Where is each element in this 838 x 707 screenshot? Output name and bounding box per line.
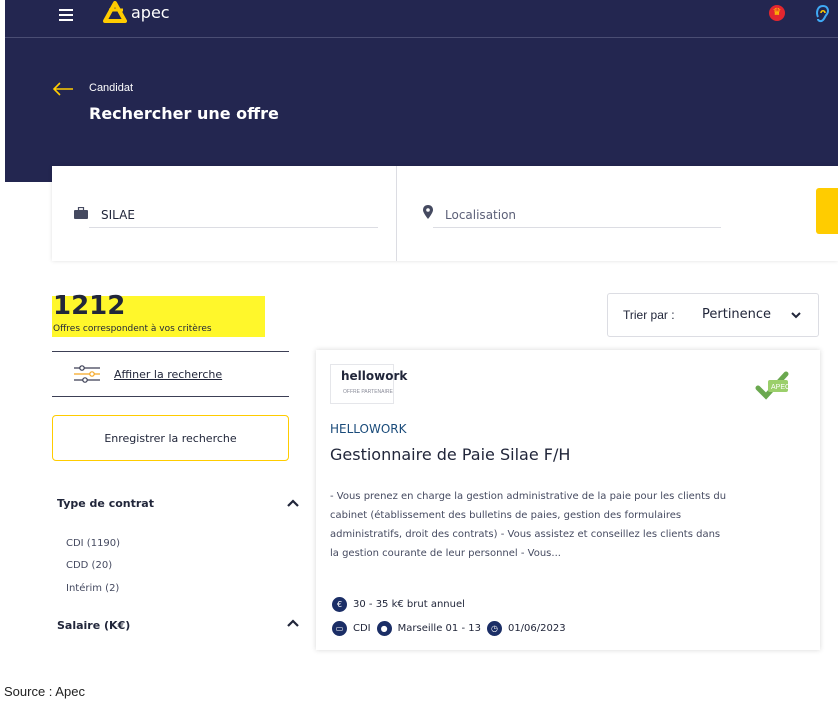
- contract-icon: ▭: [332, 621, 347, 636]
- filter-heading-salary[interactable]: Salaire (K€): [57, 619, 130, 632]
- location-text: Marseille 01 - 13: [397, 623, 481, 634]
- results-count-highlight: 1212 Offres correspondent à vos critères: [52, 291, 265, 337]
- company-logo: hellowork OFFRE PARTENAIRE: [330, 364, 407, 404]
- keyword-field: [52, 166, 396, 261]
- breadcrumb[interactable]: Candidat: [89, 82, 133, 94]
- location-pin-icon: ●: [376, 621, 392, 636]
- results-count: 1212: [53, 291, 126, 321]
- logo-text: apec: [131, 2, 170, 22]
- offer-card[interactable]: hellowork OFFRE PARTENAIRE APEC HELLOWOR…: [316, 350, 820, 650]
- euro-icon: €: [332, 597, 347, 612]
- chevron-down-icon: [791, 312, 801, 319]
- filter-option[interactable]: Intérim (2): [66, 583, 119, 594]
- back-arrow-icon[interactable]: [52, 82, 74, 96]
- filter-option[interactable]: CDD (20): [66, 560, 112, 571]
- apec-logo[interactable]: apec: [103, 0, 170, 24]
- sort-dropdown[interactable]: Trier par : Pertinence: [607, 293, 819, 337]
- results-count-label: Offres correspondent à vos critères: [53, 324, 212, 334]
- hero-banner: Candidat Rechercher une offre: [5, 38, 838, 182]
- filter-option[interactable]: CDI (1190): [66, 538, 120, 549]
- chevron-up-icon[interactable]: [286, 618, 300, 628]
- crown-icon[interactable]: ♛: [769, 5, 785, 21]
- source-caption: Source : Apec: [4, 684, 85, 699]
- logo-tagline: OFFRE PARTENAIRE: [343, 389, 393, 395]
- chevron-up-icon[interactable]: [286, 498, 300, 508]
- location-input[interactable]: [433, 202, 721, 228]
- divider: [52, 396, 289, 397]
- keyword-input[interactable]: [89, 202, 378, 228]
- ear-icon[interactable]: [813, 3, 831, 23]
- search-button[interactable]: [816, 188, 838, 234]
- briefcase-icon: [74, 207, 88, 219]
- salary-row: € 30 - 35 k€ brut annuel: [332, 597, 465, 612]
- page-title: Rechercher une offre: [89, 104, 279, 123]
- location-field: [396, 166, 796, 261]
- apec-logo-icon: [103, 1, 127, 23]
- offer-title[interactable]: Gestionnaire de Paie Silae F/H: [330, 445, 570, 464]
- location-pin-icon: [423, 205, 433, 219]
- salary-text: 30 - 35 k€ brut annuel: [353, 599, 465, 610]
- save-search-button[interactable]: Enregistrer la recherche: [52, 415, 289, 461]
- sort-value: Pertinence: [702, 307, 772, 322]
- top-navigation-bar: apec ♛: [5, 0, 838, 38]
- divider: [52, 351, 289, 352]
- date-text: 01/06/2023: [507, 623, 566, 634]
- menu-icon[interactable]: [59, 9, 73, 21]
- clock-icon: ◷: [486, 621, 502, 636]
- details-row: ▭ CDI ● Marseille 01 - 13 ◷ 01/06/2023: [332, 621, 566, 636]
- search-card: [52, 166, 838, 261]
- company-name: HELLOWORK: [330, 422, 407, 436]
- filter-heading-contract[interactable]: Type de contrat: [57, 497, 154, 510]
- logo-wordmark: hellowork: [341, 369, 408, 383]
- apec-certified-badge-icon: APEC: [755, 371, 790, 400]
- offer-description: - Vous prenez en charge la gestion admin…: [330, 491, 727, 559]
- svg-text:APEC: APEC: [771, 384, 790, 391]
- sort-label: Trier par :: [623, 308, 675, 322]
- filter-sliders-icon[interactable]: [74, 365, 100, 383]
- contract-text: CDI: [353, 623, 371, 634]
- refine-search-link[interactable]: Affiner la recherche: [114, 368, 222, 381]
